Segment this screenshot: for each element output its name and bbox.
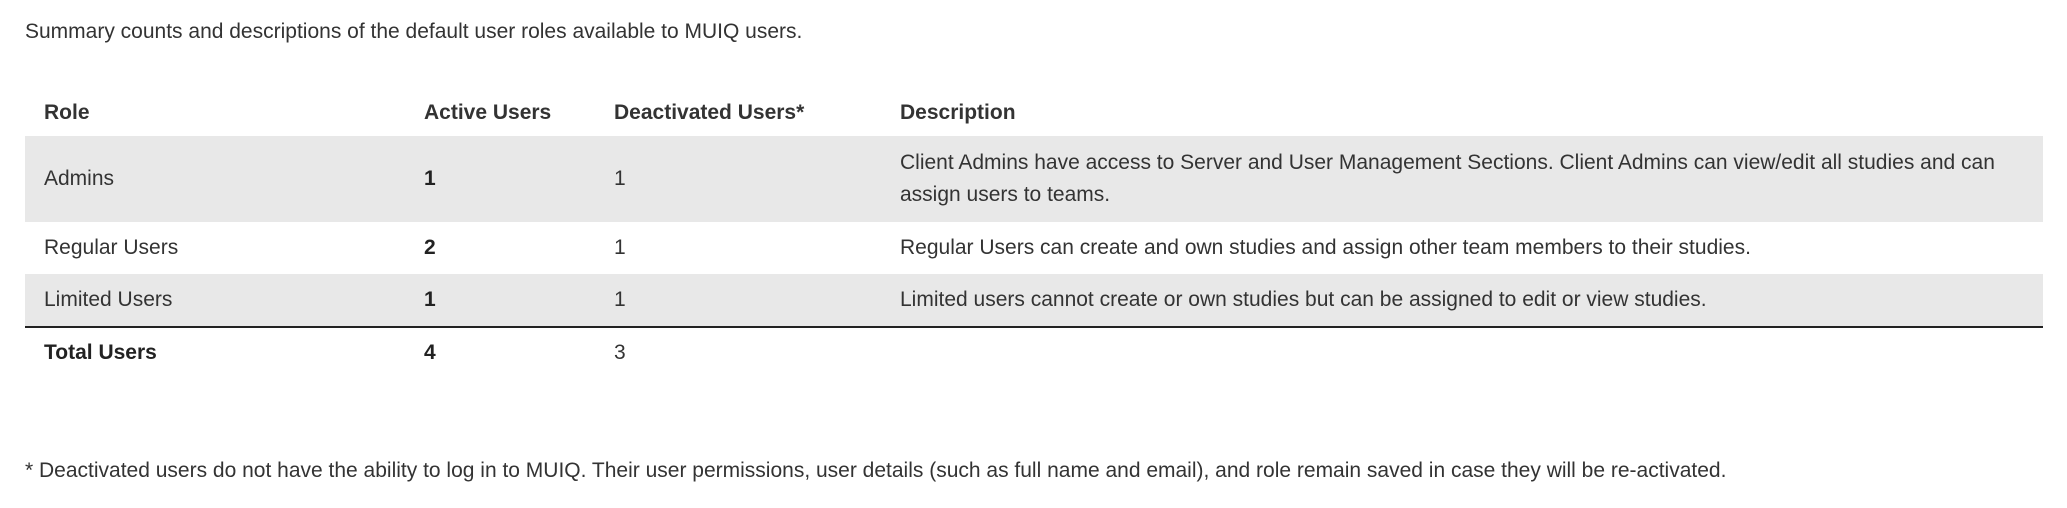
active-users-count: 1 xyxy=(405,274,595,328)
table-header-row: Role Active Users Deactivated Users* Des… xyxy=(25,90,2043,136)
role-name: Regular Users xyxy=(44,236,179,259)
role-description: Limited users cannot create or own studi… xyxy=(881,274,2043,328)
role-name: Limited Users xyxy=(25,274,405,328)
role-name: Admins xyxy=(25,136,405,222)
role-description: Client Admins have access to Server and … xyxy=(881,136,2043,222)
active-users-count: 1 xyxy=(405,136,595,222)
column-header-active-users: Active Users xyxy=(424,101,552,124)
total-label: Total Users xyxy=(44,341,157,364)
summary-text: Summary counts and descriptions of the d… xyxy=(25,20,803,43)
active-users-count: 2 xyxy=(424,236,436,259)
column-header-description: Description xyxy=(900,101,1016,124)
deactivated-users-count: 1 xyxy=(595,274,881,328)
deactivated-users-count: 1 xyxy=(595,136,881,222)
role-description: Regular Users can create and own studies… xyxy=(900,236,1751,259)
total-active-users: 4 xyxy=(424,341,436,364)
user-roles-table: Role Active Users Deactivated Users* Des… xyxy=(25,90,2043,378)
column-header-role: Role xyxy=(44,101,90,124)
column-header-deactivated-users: Deactivated Users* xyxy=(614,101,805,124)
total-row: Total Users 4 3 xyxy=(25,327,2043,378)
total-description-empty xyxy=(881,327,2043,378)
table-row: Admins 1 1 Client Admins have access to … xyxy=(25,136,2043,222)
deactivated-footnote: * Deactivated users do not have the abil… xyxy=(25,459,1727,482)
deactivated-users-count: 1 xyxy=(614,236,626,259)
table-row: Limited Users 1 1 Limited users cannot c… xyxy=(25,274,2043,328)
total-deactivated-users: 3 xyxy=(614,341,626,364)
table-row: Regular Users 2 1 Regular Users can crea… xyxy=(25,222,2043,274)
